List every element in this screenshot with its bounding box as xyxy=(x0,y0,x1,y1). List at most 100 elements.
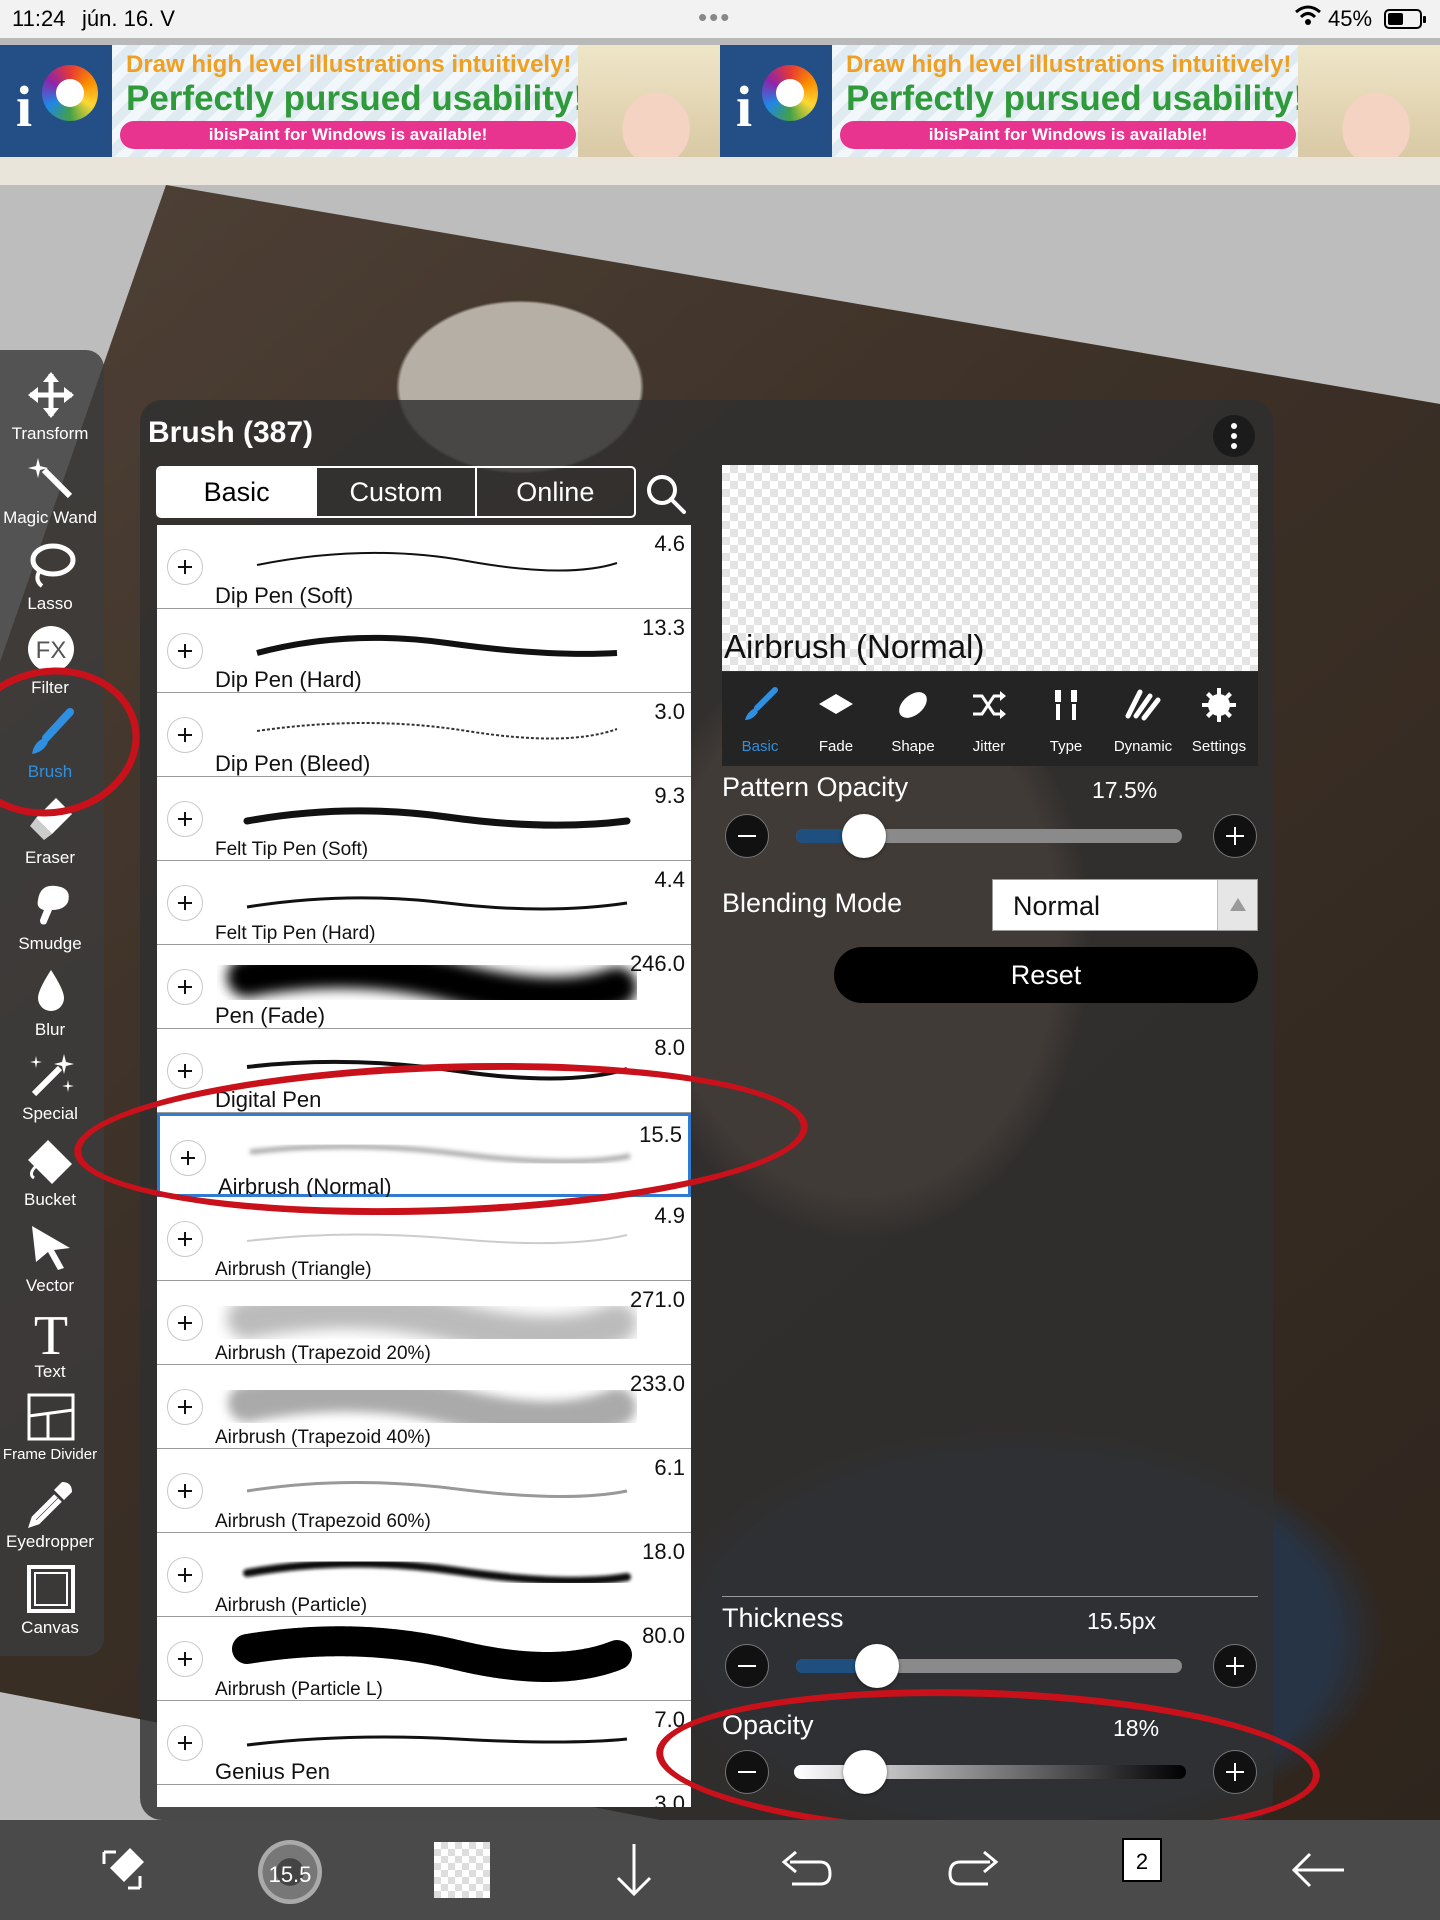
tool-label: Eyedropper xyxy=(6,1532,94,1551)
pattern-opacity-increase-button[interactable] xyxy=(1213,814,1257,858)
tab-online[interactable]: Online xyxy=(477,468,634,516)
brush-category-tabs: Basic Custom Online xyxy=(156,466,636,518)
slider-handle[interactable] xyxy=(855,1644,900,1688)
wifi-icon xyxy=(1294,4,1322,32)
brush-stroke-preview xyxy=(256,634,618,657)
param-tab-settings[interactable]: Settings xyxy=(1181,672,1257,766)
back-arrow-icon[interactable] xyxy=(1286,1838,1350,1902)
param-tab-jitter[interactable]: Jitter xyxy=(951,672,1027,766)
add-brush-icon[interactable] xyxy=(167,885,203,921)
tool-label: Vector xyxy=(25,1276,75,1295)
brush-size-value: 4.4 xyxy=(654,867,685,892)
brush-row[interactable]: 246.0 Pen (Fade) xyxy=(157,945,691,1029)
panel-title: Brush (387) xyxy=(148,416,314,449)
brush-row[interactable]: 4.6 Dip Pen (Soft) xyxy=(157,525,691,609)
add-brush-icon[interactable] xyxy=(167,1641,203,1677)
tool-magic-wand[interactable]: Magic Wand xyxy=(0,452,104,536)
add-brush-icon[interactable] xyxy=(167,717,203,753)
param-tab-fade[interactable]: Fade xyxy=(798,672,874,766)
tool-transform[interactable]: Transform xyxy=(0,368,104,452)
preview-brush-name: Airbrush (Normal) xyxy=(724,628,985,665)
tool-frame-divider[interactable]: Frame Divider xyxy=(0,1390,104,1474)
brush-row[interactable]: 4.4 Felt Tip Pen (Hard) xyxy=(157,861,691,945)
param-tab-label: Settings xyxy=(1191,738,1247,755)
tool-vector[interactable]: Vector xyxy=(0,1220,104,1304)
add-brush-icon[interactable] xyxy=(167,1725,203,1761)
brush-row[interactable]: 233.0 Airbrush (Trapezoid 40%) xyxy=(157,1365,691,1449)
ibispaint-logo: i xyxy=(0,45,112,157)
brush-name: Dip Pen (Soft) xyxy=(215,583,354,608)
slider-handle[interactable] xyxy=(841,814,886,858)
brush-stroke-preview xyxy=(243,1559,631,1585)
thickness-increase-button[interactable] xyxy=(1213,1644,1257,1688)
brush-row[interactable]: 3.0 xyxy=(157,1785,691,1807)
reset-button[interactable]: Reset xyxy=(834,947,1258,1003)
add-brush-icon[interactable] xyxy=(167,801,203,837)
undo-icon[interactable] xyxy=(772,1838,836,1902)
status-date: jún. 16. V xyxy=(82,6,175,31)
tool-label: Text xyxy=(34,1362,66,1381)
arrow-down-icon[interactable] xyxy=(602,1838,666,1902)
add-brush-icon[interactable] xyxy=(167,549,203,585)
type-icon xyxy=(1055,690,1077,720)
thickness-slider[interactable] xyxy=(796,1659,1182,1673)
param-tab-dynamic[interactable]: Dynamic xyxy=(1105,672,1181,766)
brush-size-value: 6.1 xyxy=(654,1455,685,1480)
thickness-decrease-button[interactable] xyxy=(725,1644,769,1688)
add-brush-icon[interactable] xyxy=(167,1557,203,1593)
brush-size-value: 233.0 xyxy=(629,1371,685,1396)
add-brush-icon[interactable] xyxy=(167,969,203,1005)
tool-label: Magic Wand xyxy=(3,508,97,527)
brush-size-indicator[interactable]: 15.5 xyxy=(258,1840,322,1904)
param-tab-basic[interactable]: Basic xyxy=(722,672,798,766)
add-brush-icon[interactable] xyxy=(167,1305,203,1341)
ad-tile[interactable]: i Draw high level illustrations intuitiv… xyxy=(720,45,1440,157)
brush-stroke-preview xyxy=(256,551,618,572)
thickness-label: Thickness xyxy=(722,1603,844,1633)
layers-button[interactable]: 2 xyxy=(1122,1838,1162,1882)
tool-label: Blur xyxy=(34,1020,66,1039)
brush-row[interactable]: 7.0 Genius Pen xyxy=(157,1701,691,1785)
tool-canvas[interactable]: Canvas xyxy=(0,1562,104,1646)
add-brush-icon[interactable] xyxy=(167,1221,203,1257)
brush-row[interactable]: 13.3 Dip Pen (Hard) xyxy=(157,609,691,693)
tool-smudge[interactable]: Smudge xyxy=(0,878,104,962)
svg-text:FX: FX xyxy=(36,637,67,664)
search-icon[interactable] xyxy=(644,472,688,516)
ibispaint-logo: i xyxy=(720,45,832,157)
brush-row[interactable]: 271.0 Airbrush (Trapezoid 20%) xyxy=(157,1281,691,1365)
brush-name: Airbrush (Trapezoid 40%) xyxy=(215,1427,431,1448)
brush-row[interactable]: 18.0 Airbrush (Particle) xyxy=(157,1533,691,1617)
ad-banner[interactable]: i Draw high level illustrations intuitiv… xyxy=(0,45,1440,157)
tool-special[interactable]: Special xyxy=(0,1048,104,1132)
tool-sidebar: Transform Magic Wand Lasso FX Filter Bru… xyxy=(0,350,104,1656)
redo-icon[interactable] xyxy=(944,1838,1008,1902)
brush-row[interactable]: 6.1 Airbrush (Trapezoid 60%) xyxy=(157,1449,691,1533)
brush-row[interactable]: 3.0 Dip Pen (Bleed) xyxy=(157,693,691,777)
tool-text[interactable]: T Text xyxy=(0,1306,104,1390)
blending-mode-select[interactable]: Normal xyxy=(992,879,1258,931)
param-tab-shape[interactable]: Shape xyxy=(875,672,951,766)
param-tab-type[interactable]: Type xyxy=(1028,672,1104,766)
more-menu-icon[interactable] xyxy=(1213,415,1255,457)
add-brush-icon[interactable] xyxy=(167,633,203,669)
ad-tagline: Perfectly pursued usability! xyxy=(126,79,586,118)
tool-label: Canvas xyxy=(21,1618,79,1637)
add-brush-icon[interactable] xyxy=(167,1473,203,1509)
ad-tile[interactable]: i Draw high level illustrations intuitiv… xyxy=(0,45,720,157)
tab-basic[interactable]: Basic xyxy=(158,468,318,516)
brush-row[interactable]: 9.3 Felt Tip Pen (Soft) xyxy=(157,777,691,861)
multitasking-dots-icon[interactable]: ••• xyxy=(698,2,731,33)
tool-lasso[interactable]: Lasso xyxy=(0,538,104,622)
tool-toggle-icon[interactable] xyxy=(90,1838,154,1902)
tab-custom[interactable]: Custom xyxy=(317,468,477,516)
add-brush-icon[interactable] xyxy=(167,1389,203,1425)
brush-row[interactable]: 80.0 Airbrush (Particle L) xyxy=(157,1617,691,1701)
color-swatch[interactable] xyxy=(434,1842,490,1898)
tool-blur[interactable]: Blur xyxy=(0,964,104,1048)
add-brush-icon[interactable] xyxy=(167,1053,203,1089)
tool-eyedropper[interactable]: Eyedropper xyxy=(0,1476,104,1560)
ad-headline: Draw high level illustrations intuitivel… xyxy=(846,51,1292,78)
brush-name: Dip Pen (Hard) xyxy=(215,667,362,692)
pattern-opacity-decrease-button[interactable] xyxy=(725,814,769,858)
